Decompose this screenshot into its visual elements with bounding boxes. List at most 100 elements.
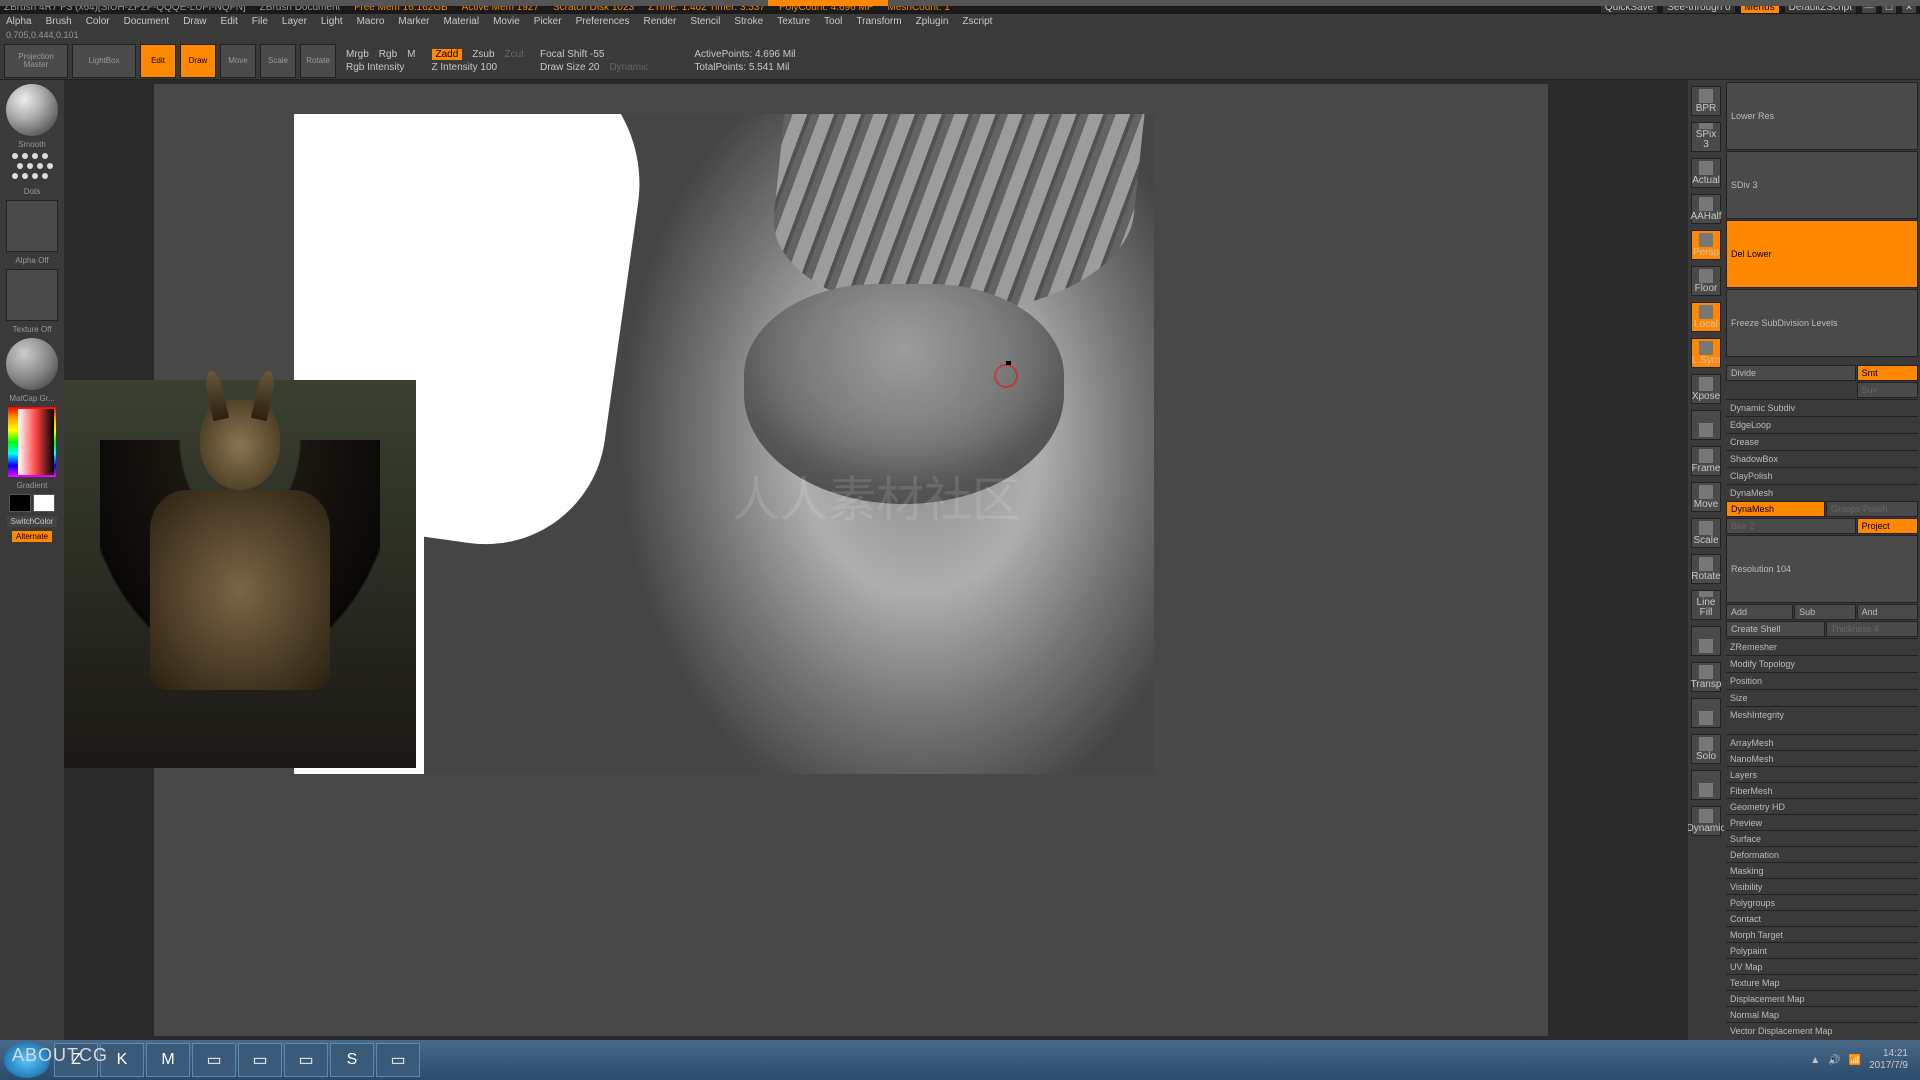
- section-nanomesh[interactable]: NanoMesh: [1726, 750, 1918, 766]
- texture-swatch[interactable]: [6, 269, 58, 321]
- dock-solo[interactable]: Solo: [1691, 734, 1721, 764]
- thickness-slider[interactable]: Thickness 4: [1826, 621, 1918, 637]
- rotate-button[interactable]: Rotate: [300, 44, 336, 78]
- dock-blank[interactable]: [1691, 410, 1721, 440]
- alpha-swatch[interactable]: [6, 200, 58, 252]
- freeze-subdiv[interactable]: Freeze SubDivision Levels: [1726, 289, 1918, 357]
- menu-draw[interactable]: Draw: [183, 16, 206, 27]
- move-button[interactable]: Move: [220, 44, 256, 78]
- and-button[interactable]: And: [1857, 604, 1918, 620]
- dock-linefill[interactable]: Line Fill: [1691, 590, 1721, 620]
- reference-image[interactable]: [64, 380, 416, 768]
- color-picker[interactable]: [8, 407, 56, 477]
- claypolish-header[interactable]: ClayPolish: [1726, 467, 1918, 483]
- menu-file[interactable]: File: [252, 16, 268, 27]
- add-button[interactable]: Add: [1726, 604, 1793, 620]
- section-visibility[interactable]: Visibility: [1726, 878, 1918, 894]
- menu-tool[interactable]: Tool: [824, 16, 842, 27]
- m-mode[interactable]: M: [407, 49, 415, 60]
- dock-blank[interactable]: [1691, 770, 1721, 800]
- dynamic-toggle[interactable]: Dynamic: [609, 62, 648, 73]
- draw-button[interactable]: Draw: [180, 44, 216, 78]
- size-header[interactable]: Size: [1726, 689, 1918, 705]
- mrgb[interactable]: Mrgb: [346, 49, 369, 60]
- project-button[interactable]: Project: [1857, 518, 1918, 534]
- dock-blank[interactable]: [1691, 698, 1721, 728]
- lower-res-button[interactable]: Lower Res: [1726, 82, 1918, 150]
- smt-button[interactable]: Smt: [1857, 365, 1918, 381]
- dock-floor[interactable]: Floor: [1691, 266, 1721, 296]
- lightbox-button[interactable]: LightBox: [72, 44, 136, 78]
- taskbar-app-7[interactable]: ▭: [376, 1043, 420, 1077]
- dock-transp[interactable]: Transp: [1691, 662, 1721, 692]
- menu-preferences[interactable]: Preferences: [576, 16, 630, 27]
- stroke-dots-icon[interactable]: [12, 153, 52, 183]
- menu-alpha[interactable]: Alpha: [6, 16, 32, 27]
- projection-master-button[interactable]: Projection Master: [4, 44, 68, 78]
- section-contact[interactable]: Contact: [1726, 910, 1918, 926]
- suv-button[interactable]: Suv: [1857, 382, 1918, 398]
- section-layers[interactable]: Layers: [1726, 766, 1918, 782]
- material-sphere-icon[interactable]: [6, 338, 58, 390]
- edgeloop-header[interactable]: EdgeLoop: [1726, 416, 1918, 432]
- dock-lsym[interactable]: L.Sym: [1691, 338, 1721, 368]
- section-polypaint[interactable]: Polypaint: [1726, 942, 1918, 958]
- dock-actual[interactable]: Actual: [1691, 158, 1721, 188]
- section-normal-map[interactable]: Normal Map: [1726, 1006, 1918, 1022]
- sdiv-slider[interactable]: SDiv 3: [1726, 151, 1918, 219]
- dock-dynamic[interactable]: Dynamic: [1691, 806, 1721, 836]
- shadowbox-header[interactable]: ShadowBox: [1726, 450, 1918, 466]
- dock-bpr[interactable]: BPR: [1691, 86, 1721, 116]
- menu-stroke[interactable]: Stroke: [734, 16, 763, 27]
- dock-rotate[interactable]: Rotate: [1691, 554, 1721, 584]
- section-geometry-hd[interactable]: Geometry HD: [1726, 798, 1918, 814]
- taskbar-app-5[interactable]: ▭: [284, 1043, 328, 1077]
- section-preview[interactable]: Preview: [1726, 814, 1918, 830]
- brush-sphere-icon[interactable]: [6, 84, 58, 136]
- dock-local[interactable]: Local: [1691, 302, 1721, 332]
- draw-size[interactable]: Draw Size 20: [540, 62, 599, 73]
- resolution-slider[interactable]: Resolution 104: [1726, 535, 1918, 603]
- menu-texture[interactable]: Texture: [777, 16, 810, 27]
- section-uv-map[interactable]: UV Map: [1726, 958, 1918, 974]
- section-morph-target[interactable]: Morph Target: [1726, 926, 1918, 942]
- taskbar-app-6[interactable]: S: [330, 1043, 374, 1077]
- dynamesh-button[interactable]: DynaMesh: [1726, 501, 1825, 517]
- dock-move[interactable]: Move: [1691, 482, 1721, 512]
- section-polygroups[interactable]: Polygroups: [1726, 894, 1918, 910]
- divide-button[interactable]: Divide: [1726, 365, 1856, 381]
- clock[interactable]: 14:21 2017/7/9: [1869, 1048, 1908, 1072]
- scale-button[interactable]: Scale: [260, 44, 296, 78]
- menu-marker[interactable]: Marker: [398, 16, 429, 27]
- groups-polish[interactable]: Groups Polish: [1826, 501, 1918, 517]
- network-icon[interactable]: 📶: [1849, 1055, 1861, 1066]
- timeline-bar[interactable]: [0, 0, 1920, 6]
- volume-icon[interactable]: 🔊: [1828, 1055, 1840, 1066]
- rgb[interactable]: Rgb: [379, 49, 397, 60]
- del-lower-button[interactable]: Del Lower: [1726, 220, 1918, 288]
- timeline-handle[interactable]: [768, 0, 888, 6]
- section-masking[interactable]: Masking: [1726, 862, 1918, 878]
- menu-document[interactable]: Document: [124, 16, 170, 27]
- menu-color[interactable]: Color: [86, 16, 110, 27]
- crease-header[interactable]: Crease: [1726, 433, 1918, 449]
- edit-button[interactable]: Edit: [140, 44, 176, 78]
- alternate-button[interactable]: Alternate: [12, 531, 52, 542]
- switch-color-button[interactable]: SwitchColor: [7, 516, 58, 527]
- position-header[interactable]: Position: [1726, 672, 1918, 688]
- section-displacement-map[interactable]: Displacement Map: [1726, 990, 1918, 1006]
- modify-topology-header[interactable]: Modify Topology: [1726, 655, 1918, 671]
- menu-light[interactable]: Light: [321, 16, 343, 27]
- dock-spix3[interactable]: SPix 3: [1691, 122, 1721, 152]
- section-surface[interactable]: Surface: [1726, 830, 1918, 846]
- zremesher-header[interactable]: ZRemesher: [1726, 638, 1918, 654]
- taskbar-app-3[interactable]: ▭: [192, 1043, 236, 1077]
- dynamic-subdiv-header[interactable]: Dynamic Subdiv: [1726, 399, 1918, 415]
- menu-brush[interactable]: Brush: [46, 16, 72, 27]
- system-tray[interactable]: ▲ 🔊 📶 14:21 2017/7/9: [1810, 1048, 1916, 1072]
- menu-zplugin[interactable]: Zplugin: [916, 16, 949, 27]
- section-texture-map[interactable]: Texture Map: [1726, 974, 1918, 990]
- taskbar-app-4[interactable]: ▭: [238, 1043, 282, 1077]
- taskbar-app-2[interactable]: M: [146, 1043, 190, 1077]
- sub-button[interactable]: Sub: [1794, 604, 1855, 620]
